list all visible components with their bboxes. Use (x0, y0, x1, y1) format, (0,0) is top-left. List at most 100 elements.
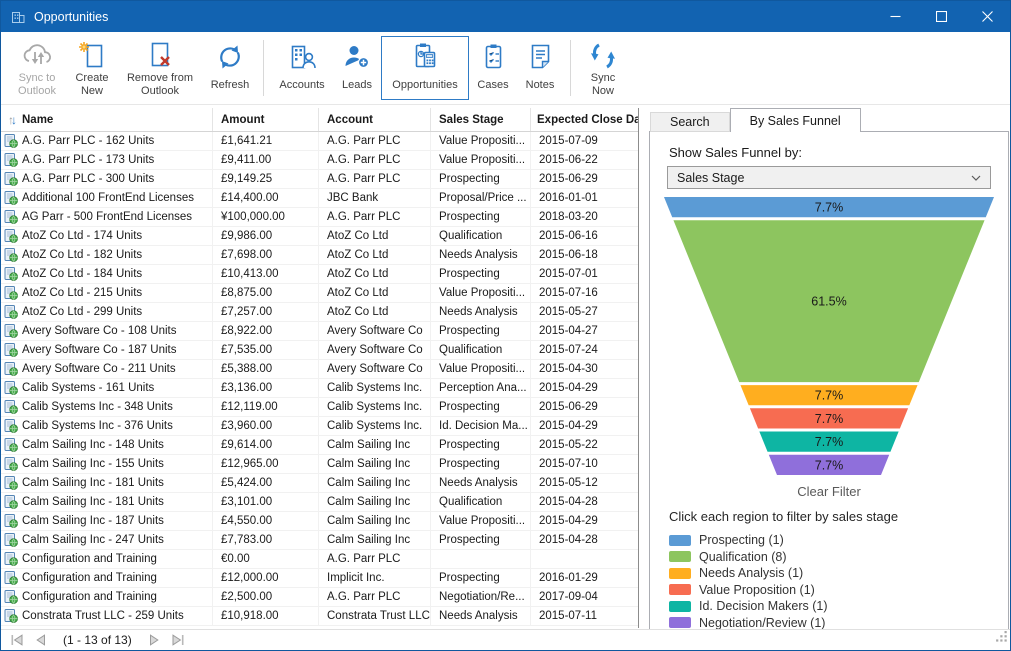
table-row[interactable]: AtoZ Co Ltd - 182 Units £7,698.00 AtoZ C… (1, 246, 638, 265)
column-header-name[interactable]: ↑↓ Name (1, 108, 213, 131)
table-row[interactable]: Configuration and Training €0.00 A.G. Pa… (1, 550, 638, 569)
maximize-button[interactable] (918, 1, 964, 32)
legend-label: Prospecting (1) (699, 533, 784, 547)
table-row[interactable]: Calib Systems - 161 Units £3,136.00 Cali… (1, 379, 638, 398)
column-header-amount[interactable]: Amount (213, 108, 319, 131)
cases-button[interactable]: Cases (471, 36, 515, 100)
column-header-sales-stage[interactable]: Sales Stage (431, 108, 531, 131)
opportunity-row-icon (4, 210, 18, 224)
clear-filter-button[interactable]: Clear Filter (650, 484, 1008, 499)
table-row[interactable]: Calm Sailing Inc - 155 Units £12,965.00 … (1, 455, 638, 474)
notes-icon (525, 40, 555, 74)
table-row[interactable]: Constrata Trust LLC - 259 Units £10,918.… (1, 607, 638, 626)
table-row[interactable]: Avery Software Co - 211 Units £5,388.00 … (1, 360, 638, 379)
table-row[interactable]: AtoZ Co Ltd - 184 Units £10,413.00 AtoZ … (1, 265, 638, 284)
table-row[interactable]: A.G. Parr PLC - 300 Units £9,149.25 A.G.… (1, 170, 638, 189)
cell-name: AtoZ Co Ltd - 174 Units (22, 230, 142, 242)
cell-amount: £7,698.00 (213, 246, 319, 264)
cell-account: A.G. Parr PLC (319, 588, 431, 606)
previous-page-button[interactable] (29, 631, 53, 649)
funnel-slice-percentage: 7.7% (815, 201, 844, 215)
cell-amount: £9,149.25 (213, 170, 319, 188)
table-row[interactable]: AtoZ Co Ltd - 174 Units £9,986.00 AtoZ C… (1, 227, 638, 246)
create-new-button[interactable]: Create New (68, 36, 116, 100)
close-button[interactable] (964, 1, 1010, 32)
opportunity-row-icon (4, 495, 18, 509)
table-row[interactable]: AtoZ Co Ltd - 299 Units £7,257.00 AtoZ C… (1, 303, 638, 322)
remove-from-outlook-icon (144, 40, 176, 72)
cell-amount: £3,101.00 (213, 493, 319, 511)
cell-expected-close-date (531, 550, 638, 568)
cell-account: A.G. Parr PLC (319, 208, 431, 226)
table-row[interactable]: Calib Systems Inc - 376 Units £3,960.00 … (1, 417, 638, 436)
sales-funnel-panel: Show Sales Funnel by: Sales Stage 7.7%61… (649, 131, 1009, 630)
cell-sales-stage: Prospecting (431, 531, 531, 549)
accounts-button[interactable]: Accounts (271, 36, 333, 100)
cell-sales-stage: Qualification (431, 493, 531, 511)
opportunity-row-icon (4, 552, 18, 566)
leads-button[interactable]: Leads (335, 36, 379, 100)
cell-amount: £12,965.00 (213, 455, 319, 473)
funnel-slice-percentage: 61.5% (811, 295, 846, 309)
cell-amount: £12,000.00 (213, 569, 319, 587)
cell-name: Calib Systems Inc - 376 Units (22, 420, 173, 432)
tab-by-sales-funnel[interactable]: By Sales Funnel (730, 108, 861, 132)
cell-amount: £8,922.00 (213, 322, 319, 340)
table-row[interactable]: Calm Sailing Inc - 181 Units £3,101.00 C… (1, 493, 638, 512)
refresh-button[interactable]: Refresh (204, 36, 256, 100)
funnel-slice-percentage: 7.7% (815, 389, 844, 403)
cell-amount: £3,136.00 (213, 379, 319, 397)
opportunity-row-icon (4, 324, 18, 338)
legend-label: Value Proposition (1) (699, 583, 815, 597)
cell-name: Calib Systems - 161 Units (22, 382, 154, 394)
table-row[interactable]: Calib Systems Inc - 348 Units £12,119.00… (1, 398, 638, 417)
cell-name: Avery Software Co - 187 Units (22, 344, 176, 356)
sales-funnel-by-dropdown[interactable]: Sales Stage (667, 166, 991, 189)
app-window: Opportunities Sync to Outlook (0, 0, 1011, 651)
tab-search[interactable]: Search (650, 112, 730, 132)
toolbar-button-label: Create New (73, 72, 111, 97)
pagination-bar: (1 - 13 of 13) (1, 629, 1010, 650)
table-row[interactable]: A.G. Parr PLC - 162 Units £1,641.21 A.G.… (1, 132, 638, 151)
sync-to-outlook-button[interactable]: Sync to Outlook (8, 36, 66, 100)
grid-header: ↑↓ Name Amount Account Sales Stage Expec… (1, 108, 638, 132)
legend-swatch (669, 535, 691, 546)
minimize-button[interactable] (872, 1, 918, 32)
table-row[interactable]: Configuration and Training £12,000.00 Im… (1, 569, 638, 588)
table-row[interactable]: Calm Sailing Inc - 247 Units £7,783.00 C… (1, 531, 638, 550)
column-header-account[interactable]: Account (319, 108, 431, 131)
table-row[interactable]: A.G. Parr PLC - 173 Units £9,411.00 A.G.… (1, 151, 638, 170)
cell-name: Calm Sailing Inc - 181 Units (22, 496, 164, 508)
opportunity-row-icon (4, 229, 18, 243)
opportunity-row-icon (4, 514, 18, 528)
last-page-button[interactable] (166, 631, 190, 649)
table-row[interactable]: Avery Software Co - 108 Units £8,922.00 … (1, 322, 638, 341)
opportunity-row-icon (4, 248, 18, 262)
cell-amount: £7,535.00 (213, 341, 319, 359)
legend-item: Qualification (8) (669, 549, 828, 566)
opportunity-row-icon (4, 191, 18, 205)
table-row[interactable]: Avery Software Co - 187 Units £7,535.00 … (1, 341, 638, 360)
funnel-slice-percentage: 7.7% (815, 458, 844, 472)
notes-button[interactable]: Notes (517, 36, 563, 100)
sales-funnel-chart[interactable]: 7.7%61.5%7.7%7.7%7.7%7.7% (661, 197, 997, 477)
remove-from-outlook-button[interactable]: Remove from Outlook (118, 36, 202, 100)
opportunities-button[interactable]: Opportunities (381, 36, 469, 100)
table-row[interactable]: AtoZ Co Ltd - 215 Units £8,875.00 AtoZ C… (1, 284, 638, 303)
next-page-button[interactable] (142, 631, 166, 649)
table-row[interactable]: Configuration and Training £2,500.00 A.G… (1, 588, 638, 607)
cell-account: Constrata Trust LLC (319, 607, 431, 625)
first-page-button[interactable] (5, 631, 29, 649)
opportunity-row-icon (4, 305, 18, 319)
table-row[interactable]: AG Parr - 500 FrontEnd Licenses ¥100,000… (1, 208, 638, 227)
legend-swatch (669, 617, 691, 628)
table-row[interactable]: Calm Sailing Inc - 187 Units £4,550.00 C… (1, 512, 638, 531)
table-row[interactable]: Calm Sailing Inc - 181 Units £5,424.00 C… (1, 474, 638, 493)
sync-now-button[interactable]: Sync Now (578, 36, 628, 100)
table-row[interactable]: Calm Sailing Inc - 148 Units £9,614.00 C… (1, 436, 638, 455)
table-row[interactable]: Additional 100 FrontEnd Licenses £14,400… (1, 189, 638, 208)
cell-sales-stage: Qualification (431, 341, 531, 359)
cell-name: Calm Sailing Inc - 155 Units (22, 458, 164, 470)
resize-grip[interactable] (995, 630, 1008, 648)
column-header-expected-close-date[interactable]: Expected Close Date (531, 108, 638, 131)
